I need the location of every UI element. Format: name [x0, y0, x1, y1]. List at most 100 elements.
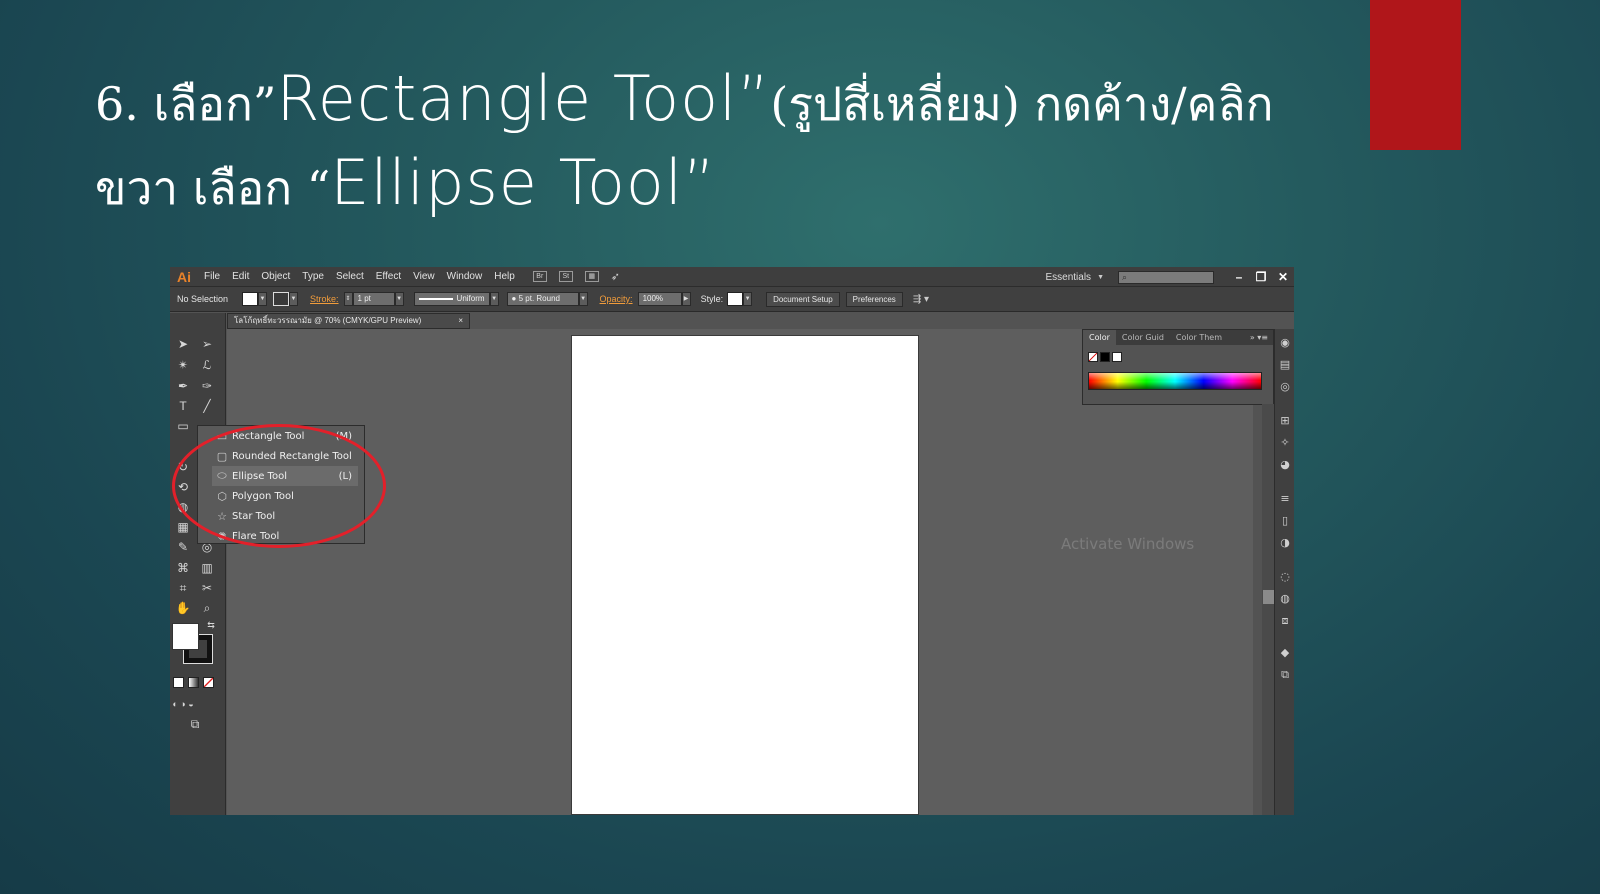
- color-mode-icon[interactable]: [173, 677, 184, 688]
- graph-tool-icon[interactable]: ▥: [196, 559, 218, 577]
- menu-file[interactable]: File: [198, 271, 226, 282]
- selection-tool-icon[interactable]: ➤: [172, 335, 194, 353]
- panel-dock: ◉ ▤ ◎ ⊞ ✧ ◕ ≡ ▯ ◑ ◌ ◍ ⧈ ◆ ⧉: [1274, 329, 1294, 815]
- artboard-tool-icon[interactable]: ⌗: [172, 579, 194, 597]
- eyedropper-tool-icon[interactable]: ✎: [172, 538, 194, 556]
- none-swatch-icon[interactable]: [1088, 352, 1098, 362]
- tab-color-guide[interactable]: Color Guid: [1116, 333, 1170, 342]
- type-tool-icon[interactable]: T: [172, 397, 194, 415]
- sync-icon[interactable]: ➶: [611, 270, 620, 283]
- lasso-tool-icon[interactable]: ℒ: [196, 356, 218, 374]
- activate-windows-watermark: Activate Windows: [1061, 535, 1195, 553]
- brush-label: 5 pt. Round: [518, 294, 560, 303]
- artboard[interactable]: [571, 335, 919, 815]
- rectangle-tool-icon[interactable]: ▭: [172, 417, 194, 435]
- gradient-mode-icon[interactable]: [188, 677, 199, 688]
- slide-accent-bar: [1370, 0, 1461, 150]
- search-input[interactable]: ⌕: [1118, 270, 1214, 284]
- slice-tool-icon[interactable]: ✂: [196, 579, 218, 597]
- direct-selection-tool-icon[interactable]: ➢: [196, 335, 218, 353]
- chevron-down-icon[interactable]: ▼: [258, 292, 268, 306]
- graphic-styles-icon[interactable]: ✧: [1279, 437, 1291, 449]
- title-suffix: (รูปสี่เหลี่ยม) กดค้าง/คลิก: [770, 77, 1274, 131]
- close-button[interactable]: ✕: [1272, 270, 1294, 284]
- menu-select[interactable]: Select: [330, 271, 370, 282]
- magic-wand-tool-icon[interactable]: ✴: [172, 356, 194, 374]
- menu-bar: Ai File Edit Object Type Select Effect V…: [170, 267, 1294, 287]
- gradient-panel-icon[interactable]: ◍: [1279, 593, 1291, 605]
- chevron-right-icon[interactable]: ▶: [681, 292, 691, 306]
- graphic-style-swatch[interactable]: [727, 292, 744, 306]
- fill-swatch[interactable]: [242, 292, 259, 306]
- menu-object[interactable]: Object: [255, 271, 296, 282]
- transform-icon[interactable]: ▯: [1279, 515, 1291, 527]
- tools-panel: ➤ ➢ ✴ ℒ ✒ ✑ T ╱ ▭ ↻ ⟲ ◍ ▦ ✎ ◎ ⌘ ▥ ⌗ ✂ ✋ …: [170, 313, 226, 815]
- close-icon[interactable]: ×: [458, 314, 463, 328]
- minimize-button[interactable]: –: [1228, 270, 1250, 284]
- white-swatch[interactable]: [1112, 352, 1122, 362]
- swap-colors-icon[interactable]: ⇆: [200, 616, 222, 634]
- symbol-sprayer-tool-icon[interactable]: ⌘: [172, 559, 194, 577]
- fill-color-swatch[interactable]: [172, 623, 199, 650]
- preferences-button[interactable]: Preferences: [845, 291, 903, 307]
- zoom-tool-icon[interactable]: ⌕: [196, 599, 218, 617]
- menu-effect[interactable]: Effect: [370, 271, 407, 282]
- stepper-icon[interactable]: ⇕: [343, 292, 353, 306]
- pathfinder-icon[interactable]: ◑: [1279, 537, 1291, 549]
- chevron-down-icon[interactable]: ▼: [578, 292, 588, 306]
- curvature-tool-icon[interactable]: ✑: [196, 377, 218, 395]
- drawing-modes-icon[interactable]: ◐ ◑ ◒: [172, 695, 194, 713]
- chevron-down-icon[interactable]: ▼: [289, 292, 299, 306]
- panel-menu-icon[interactable]: » ▾≡: [1250, 333, 1273, 342]
- swatches-icon[interactable]: ▤: [1279, 359, 1291, 371]
- color-spectrum[interactable]: [1088, 372, 1262, 390]
- chevron-down-icon[interactable]: ▼: [394, 292, 404, 306]
- app-logo: Ai: [177, 268, 191, 285]
- tab-color-themes[interactable]: Color Them: [1170, 333, 1228, 342]
- none-mode-icon[interactable]: [203, 677, 214, 688]
- transparency-icon[interactable]: ⧈: [1279, 615, 1291, 627]
- symbols-icon[interactable]: ⊞: [1279, 415, 1291, 427]
- artboards-icon[interactable]: ⧉: [1279, 669, 1291, 681]
- tab-color[interactable]: Color: [1083, 330, 1116, 345]
- menu-view[interactable]: View: [407, 271, 441, 282]
- chevron-down-icon[interactable]: ▼: [489, 292, 499, 306]
- color-panel-tabs: Color Color Guid Color Them » ▾≡: [1083, 330, 1273, 345]
- stroke-panel-icon[interactable]: ◌: [1279, 571, 1291, 583]
- menu-edit[interactable]: Edit: [226, 271, 255, 282]
- align-icon[interactable]: ≡: [1279, 493, 1291, 505]
- layers-icon[interactable]: ◆: [1279, 647, 1291, 659]
- vertical-scrollbar[interactable]: [1262, 404, 1274, 815]
- color-panel-icon[interactable]: ◉: [1279, 337, 1291, 349]
- variable-width-profile[interactable]: Uniform: [413, 292, 490, 306]
- screen-mode-icon[interactable]: ⧉: [184, 715, 206, 733]
- stroke-swatch[interactable]: [273, 292, 290, 306]
- brushes-icon[interactable]: ◎: [1279, 381, 1291, 393]
- document-tab[interactable]: โลโก้ฤทธิ์ทะวรรณามัย @ 70% (CMYK/GPU Pre…: [227, 313, 470, 329]
- menu-type[interactable]: Type: [296, 271, 330, 282]
- arrange-icon[interactable]: ⇶ ▾: [913, 294, 929, 305]
- bridge-icon[interactable]: Br: [532, 271, 547, 282]
- document-setup-button[interactable]: Document Setup: [766, 291, 840, 307]
- arrange-documents-icon[interactable]: ▦: [584, 271, 599, 282]
- menu-window[interactable]: Window: [441, 271, 489, 282]
- document-tab-title: โลโก้ฤทธิ์ทะวรรณามัย @ 70% (CMYK/GPU Pre…: [234, 316, 422, 325]
- pen-tool-icon[interactable]: ✒: [172, 377, 194, 395]
- maximize-button[interactable]: ❐: [1250, 270, 1272, 284]
- stroke-weight-field[interactable]: 1 pt: [352, 292, 395, 306]
- chevron-down-icon[interactable]: ▼: [1097, 274, 1104, 281]
- menu-help[interactable]: Help: [488, 271, 521, 282]
- opacity-label[interactable]: Opacity:: [600, 294, 633, 304]
- hand-tool-icon[interactable]: ✋: [172, 599, 194, 617]
- brush-definition[interactable]: ● 5 pt. Round: [506, 292, 579, 306]
- stroke-label[interactable]: Stroke:: [310, 294, 339, 304]
- appearance-icon[interactable]: ◕: [1279, 459, 1291, 471]
- title-line-1: 6. เลือก” Rectangle Tool” (รูปสี่เหลี่ยม…: [95, 62, 1355, 146]
- scrollbar-thumb[interactable]: [1263, 590, 1274, 604]
- opacity-field[interactable]: 100%: [637, 292, 682, 306]
- chevron-down-icon[interactable]: ▼: [743, 292, 753, 306]
- black-swatch[interactable]: [1100, 352, 1110, 362]
- workspace-switcher[interactable]: Essentials: [1045, 272, 1091, 283]
- stock-icon[interactable]: St: [558, 271, 573, 282]
- line-segment-tool-icon[interactable]: ╱: [196, 397, 218, 415]
